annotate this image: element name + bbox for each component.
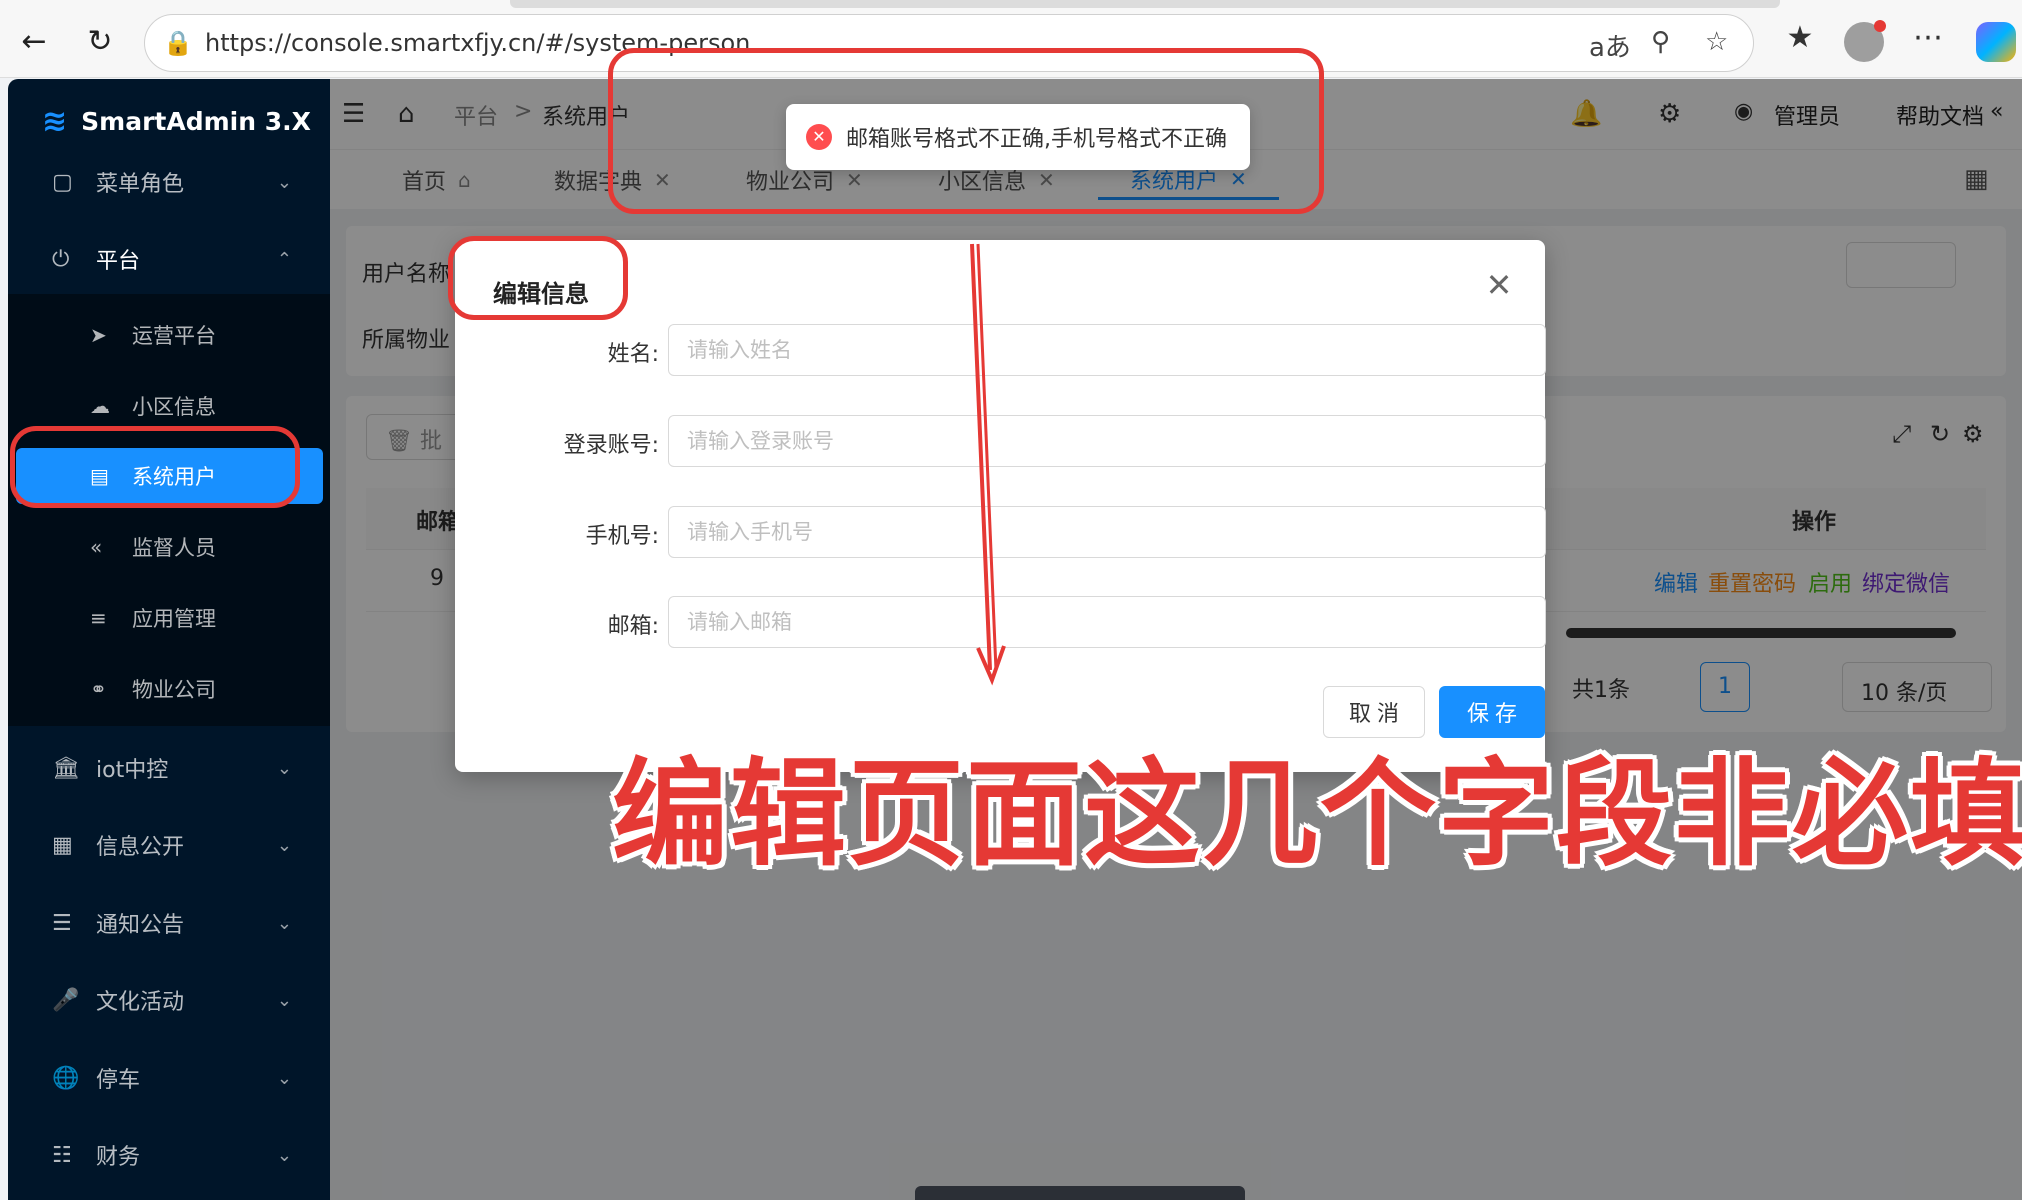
sidebar-item-culture[interactable]: 🎤 文化活动 ⌄ <box>8 970 330 1030</box>
sidebar: ≋ SmartAdmin 3.X ▢ 菜单角色 ⌄ ⏻ 平台 ⌃ ➤ 运营平台 … <box>8 79 330 1200</box>
rewind-icon: « <box>90 535 103 559</box>
favorites-icon[interactable]: ★ <box>1778 20 1822 55</box>
sidebar-item-menu-role[interactable]: ▢ 菜单角色 ⌄ <box>8 152 330 212</box>
chevron-down-icon: ⌄ <box>276 989 292 1011</box>
sidebar-item-label: 应用管理 <box>132 607 216 631</box>
copilot-icon[interactable] <box>1976 22 2016 62</box>
bank-icon: 🏛 <box>52 755 80 781</box>
sidebar-item-iot[interactable]: 🏛 iot中控 ⌄ <box>8 738 330 798</box>
sidebar-item-label: 文化活动 <box>96 990 185 1015</box>
cloud-icon: ☁ <box>90 394 110 418</box>
sidebar-item-parking[interactable]: 🌐 停车 ⌄ <box>8 1048 330 1108</box>
power-icon: ⏻ <box>52 246 70 272</box>
name-input[interactable] <box>668 324 1546 376</box>
chevron-down-icon: ⌄ <box>276 1067 292 1089</box>
link-icon: ⚭ <box>90 677 107 701</box>
chevron-down-icon: ⌄ <box>276 912 292 934</box>
annotation-note: 编辑页面这几个字段非必填 <box>612 747 2022 882</box>
brand[interactable]: ≋ SmartAdmin 3.X <box>42 97 311 145</box>
browser-tab-strip <box>510 0 1780 8</box>
lock-icon: 🔒 <box>163 29 193 57</box>
grid-icon: ▦ <box>52 832 73 858</box>
sidebar-item-supervisor[interactable]: « 监督人员 <box>8 519 330 575</box>
sidebar-item-label: 平台 <box>96 249 141 274</box>
sidebar-item-label: 运营平台 <box>132 324 216 348</box>
sidebar-item-label: 停车 <box>96 1068 141 1093</box>
sidebar-item-finance[interactable]: ☷ 财务 ⌄ <box>8 1125 330 1185</box>
sidebar-item-label: 物业公司 <box>132 678 216 702</box>
sidebar-item-label: 财务 <box>96 1145 141 1170</box>
file-icon: ▢ <box>52 169 73 195</box>
sidebar-item-label: 信息公开 <box>96 835 185 860</box>
translate-icon[interactable]: aあ <box>1589 27 1631 64</box>
annotation-box-toast <box>608 48 1324 214</box>
chevron-down-icon: ⌄ <box>276 171 292 193</box>
sidebar-item-label: 通知公告 <box>96 913 185 938</box>
chevron-down-icon: ⌄ <box>276 1144 292 1166</box>
sidebar-item-operation-platform[interactable]: ➤ 运营平台 <box>8 307 330 363</box>
reload-icon[interactable]: ↻ <box>80 22 120 62</box>
brand-name: SmartAdmin 3.X <box>81 106 311 136</box>
sidebar-item-label: 监督人员 <box>132 536 216 560</box>
sidebar-item-property-company[interactable]: ⚭ 物业公司 <box>8 661 330 717</box>
calendar-icon: ☷ <box>52 1142 72 1168</box>
login-account-label: 登录账号: <box>563 433 659 458</box>
annotation-arrow <box>970 243 1006 686</box>
annotation-box-sidebar <box>10 426 300 508</box>
name-label: 姓名: <box>607 342 659 367</box>
back-icon[interactable]: ← <box>14 22 54 62</box>
close-icon[interactable]: ✕ <box>1481 266 1517 304</box>
sidebar-item-label: iot中控 <box>96 758 169 783</box>
zoom-icon[interactable]: ⚲ <box>1651 27 1670 57</box>
more-icon[interactable]: ⋯ <box>1906 20 1950 55</box>
phone-label: 手机号: <box>585 524 659 549</box>
rocket-icon: ➤ <box>90 323 107 347</box>
globe-icon: 🌐 <box>52 1065 80 1091</box>
favorite-star-icon[interactable]: ☆ <box>1705 27 1728 57</box>
annotation-box-title <box>448 236 628 320</box>
chevron-up-icon: ⌃ <box>276 248 292 270</box>
list-icon: ☰ <box>52 910 72 936</box>
menu-icon: ≡ <box>90 606 107 630</box>
email-label: 邮箱: <box>607 614 659 639</box>
sidebar-item-notice[interactable]: ☰ 通知公告 ⌄ <box>8 893 330 953</box>
sidebar-item-platform[interactable]: ⏻ 平台 ⌃ <box>8 229 330 289</box>
mic-icon: 🎤 <box>52 987 80 1013</box>
chevron-down-icon: ⌄ <box>276 834 292 856</box>
sidebar-item-app-management[interactable]: ≡ 应用管理 <box>8 590 330 646</box>
sidebar-item-label: 小区信息 <box>132 395 216 419</box>
email-input[interactable] <box>668 596 1546 648</box>
sidebar-item-label: 菜单角色 <box>96 172 185 197</box>
phone-input[interactable] <box>668 506 1546 558</box>
logo-icon: ≋ <box>42 103 68 139</box>
chevron-down-icon: ⌄ <box>276 757 292 779</box>
sidebar-item-info-public[interactable]: ▦ 信息公开 ⌄ <box>8 815 330 875</box>
taskbar-hint <box>915 1186 1245 1200</box>
login-account-input[interactable] <box>668 415 1546 467</box>
profile-avatar[interactable] <box>1844 20 1886 62</box>
